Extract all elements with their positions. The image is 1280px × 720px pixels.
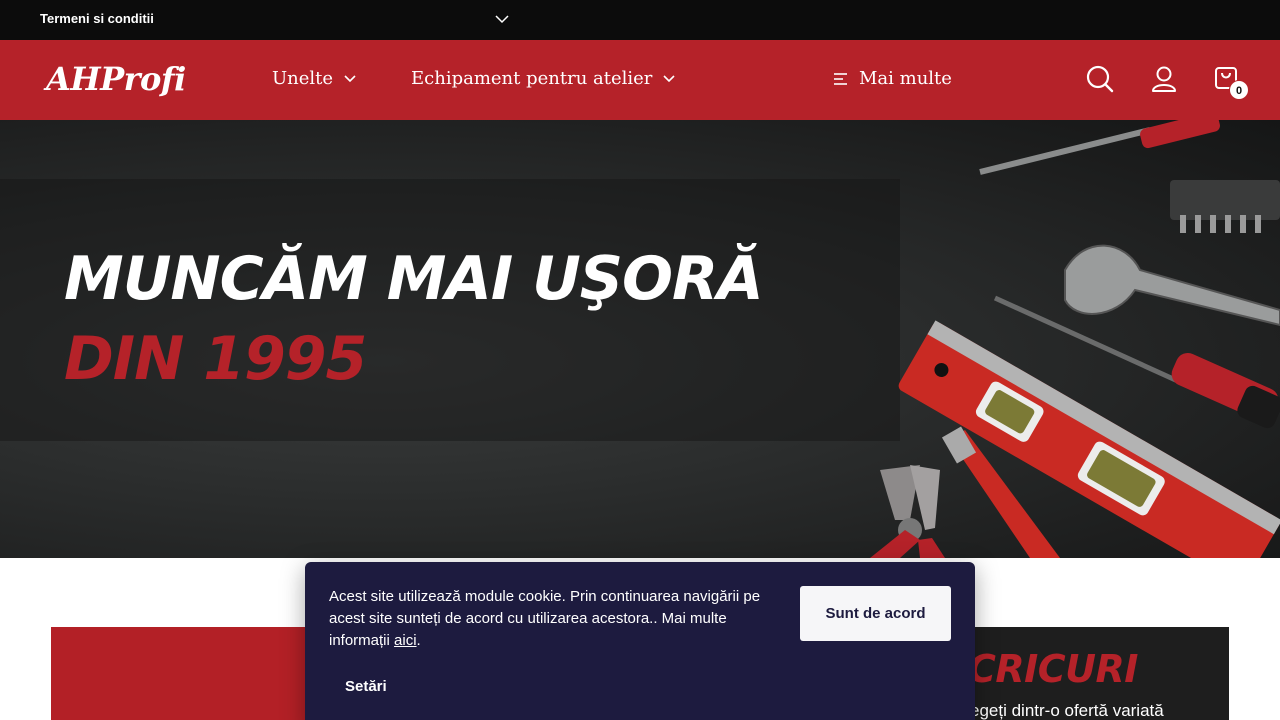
nav-unelte[interactable]: Unelte (272, 68, 357, 89)
hero-banner: MUNCĂM MAI UŞORĂ DIN 1995 (0, 120, 1280, 558)
nav-unelte-label: Unelte (272, 68, 334, 89)
cookie-settings-button[interactable]: Setări (345, 678, 387, 695)
promo-cricuri-subtitle: egeți dintr-o ofertă variată (970, 701, 1164, 720)
chevron-down-icon (344, 74, 356, 82)
terms-link[interactable]: Termeni si conditii (40, 11, 154, 26)
cookie-agree-button[interactable]: Sunt de acord (800, 586, 951, 641)
logo[interactable]: AHProfi (46, 60, 186, 98)
nav-echipament-atelier[interactable]: Echipament pentru atelier (411, 68, 676, 89)
hero-subheadline: DIN 1995 (64, 324, 367, 394)
screwdriver-icon (979, 120, 1220, 175)
cookie-banner: Acest site utilizează module cookie. Pri… (305, 562, 975, 720)
user-icon[interactable] (1149, 64, 1179, 94)
promo-cricuri-title: CRICURI (968, 647, 1138, 691)
pliers-icon (870, 465, 945, 558)
bit-set-icon (1170, 180, 1280, 233)
nav-mai-multe-label: Mai multe (859, 68, 952, 89)
wrench-icon (1064, 244, 1280, 327)
chevron-down-icon (663, 74, 675, 82)
top-utility-bar: Termeni si conditii (0, 0, 1280, 40)
cookie-more-info-link[interactable]: aici (394, 632, 417, 649)
cookie-message: Acest site utilizează module cookie. Pri… (329, 588, 761, 649)
search-icon[interactable] (1085, 64, 1115, 94)
hero-headline: MUNCĂM MAI UŞORĂ (64, 244, 764, 314)
nav-echipament-label: Echipament pentru atelier (411, 68, 653, 89)
main-header: AHProfi Unelte Echipament pentru atelier… (0, 40, 1280, 120)
tools-illustration (870, 120, 1280, 558)
nav-mai-multe[interactable]: Mai multe (833, 68, 952, 89)
menu-icon (834, 72, 847, 85)
chevron-down-icon[interactable] (494, 12, 510, 26)
cart-count-badge: 0 (1229, 80, 1249, 100)
